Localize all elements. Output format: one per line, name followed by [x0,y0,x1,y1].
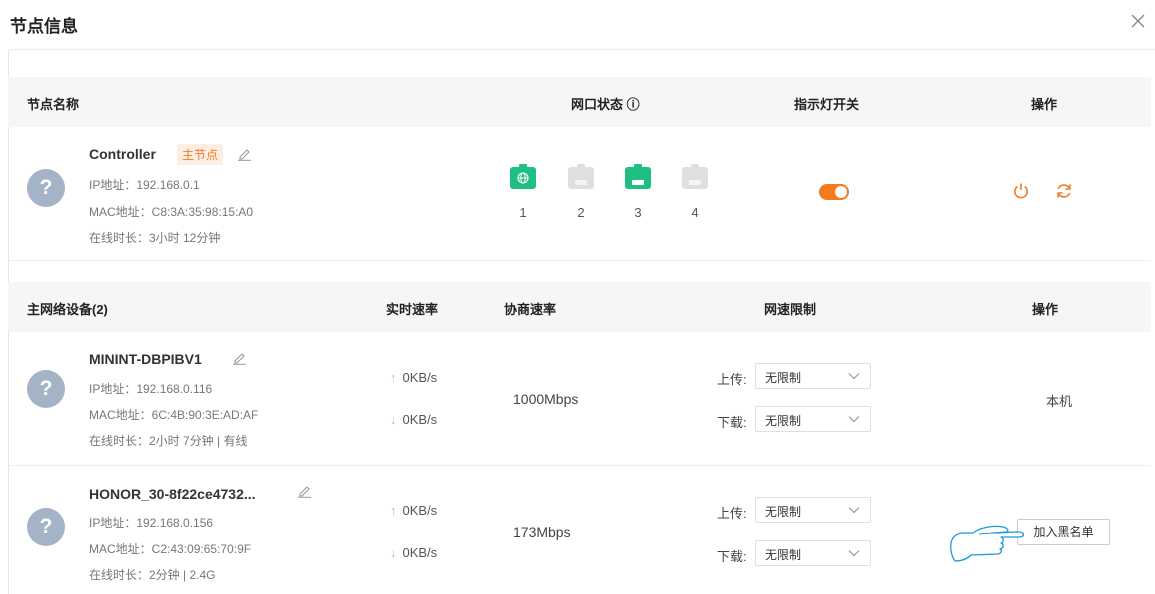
col-node-name: 节点名称 [27,97,80,112]
lan-port-2 [568,164,594,189]
arrow-down-icon: ↓ [390,545,397,560]
col-node-action: 操作 [1031,97,1058,112]
chevron-down-icon [848,507,860,514]
col-port-status: 网口状态 ⓘ [571,97,640,112]
port-number: 2 [577,205,585,220]
node-name: Controller [89,146,156,162]
edit-icon[interactable] [232,350,247,365]
download-rate: ↓ 0KB/s [390,545,438,560]
arrow-up-icon: ↑ [390,370,397,385]
divider [8,260,1151,261]
device-mac: MAC地址：C2:43:09:65:70:9F [89,542,252,556]
arrow-up-icon: ↑ [390,503,397,518]
negotiated-rate: 173Mbps [513,524,571,540]
col-negotiated-rate: 协商速率 [504,302,557,317]
upload-limit-select[interactable]: 无限制 [755,497,871,523]
node-mac: MAC地址：C8:3A:35:98:15:A0 [89,205,254,219]
device-ip: IP地址：192.168.0.116 [89,382,213,396]
lan-port-1 [510,164,536,189]
node-info-dialog: 节点信息 节点名称 网口状态 ⓘ 指示灯开关 操作 ? Controller 主… [0,0,1155,594]
edit-icon[interactable] [237,146,252,161]
upload-limit-label: 上传: [717,372,747,387]
upload-limit-select[interactable]: 无限制 [755,363,871,389]
dialog-title: 节点信息 [10,17,78,36]
power-icon[interactable] [1011,181,1031,201]
download-limit-label: 下载: [717,415,747,430]
negotiated-rate: 1000Mbps [513,391,579,407]
lan-port-3 [625,164,651,189]
device-name: MININT-DBPIBV1 [89,351,202,367]
divider [8,465,1151,466]
refresh-icon[interactable] [1054,181,1074,201]
device-online-time: 在线时长：2分钟 | 2.4G [89,568,216,582]
device-ip: IP地址：192.168.0.156 [89,516,214,530]
node-online-time: 在线时长：3小时 12分钟 [89,231,221,245]
col-device: 主网络设备(2) [27,302,108,317]
globe-icon [517,172,529,184]
port-number: 3 [634,205,642,220]
upload-limit-label: 上传: [717,506,747,521]
arrow-down-icon: ↓ [390,412,397,427]
download-limit-label: 下载: [717,549,747,564]
download-rate: ↓ 0KB/s [390,412,438,427]
port-number: 4 [691,205,699,220]
node-table-header: 节点名称 网口状态 ⓘ 指示灯开关 操作 [8,77,1151,127]
chevron-down-icon [848,550,860,557]
download-limit-select[interactable]: 无限制 [755,406,871,432]
avatar-unknown-icon: ? [27,169,65,207]
avatar-unknown-icon: ? [27,370,65,408]
device-table-header: 主网络设备(2) 实时速率 协商速率 网速限制 操作 [8,282,1151,332]
chevron-down-icon [848,373,860,380]
device-online-time: 在线时长：2小时 7分钟 | 有线 [89,434,248,448]
device-mac: MAC地址：6C:4B:90:3E:AD:AF [89,408,259,422]
title-divider [8,49,1155,50]
chevron-down-icon [848,416,860,423]
upload-rate: ↑ 0KB/s [390,370,438,385]
local-device-label: 本机 [1046,394,1073,409]
upload-rate: ↑ 0KB/s [390,503,438,518]
device-name: HONOR_30-8f22ce4732... [89,486,256,502]
lan-port-4 [682,164,708,189]
col-speed-limit: 网速限制 [764,302,817,317]
add-to-blacklist-button[interactable]: 加入黑名单 [1017,519,1110,545]
primary-node-badge: 主节点 [177,144,224,165]
edit-icon[interactable] [297,483,312,498]
pointer-hand-icon [950,525,1025,562]
col-device-action: 操作 [1032,302,1059,317]
download-limit-select[interactable]: 无限制 [755,540,871,566]
avatar-unknown-icon: ? [27,508,65,546]
led-toggle[interactable] [819,184,849,200]
col-led-switch: 指示灯开关 [794,97,860,112]
port-number: 1 [519,205,527,220]
col-realtime-rate: 实时速率 [386,302,439,317]
node-ip: IP地址：192.168.0.1 [89,178,200,192]
close-icon[interactable] [1127,10,1149,32]
